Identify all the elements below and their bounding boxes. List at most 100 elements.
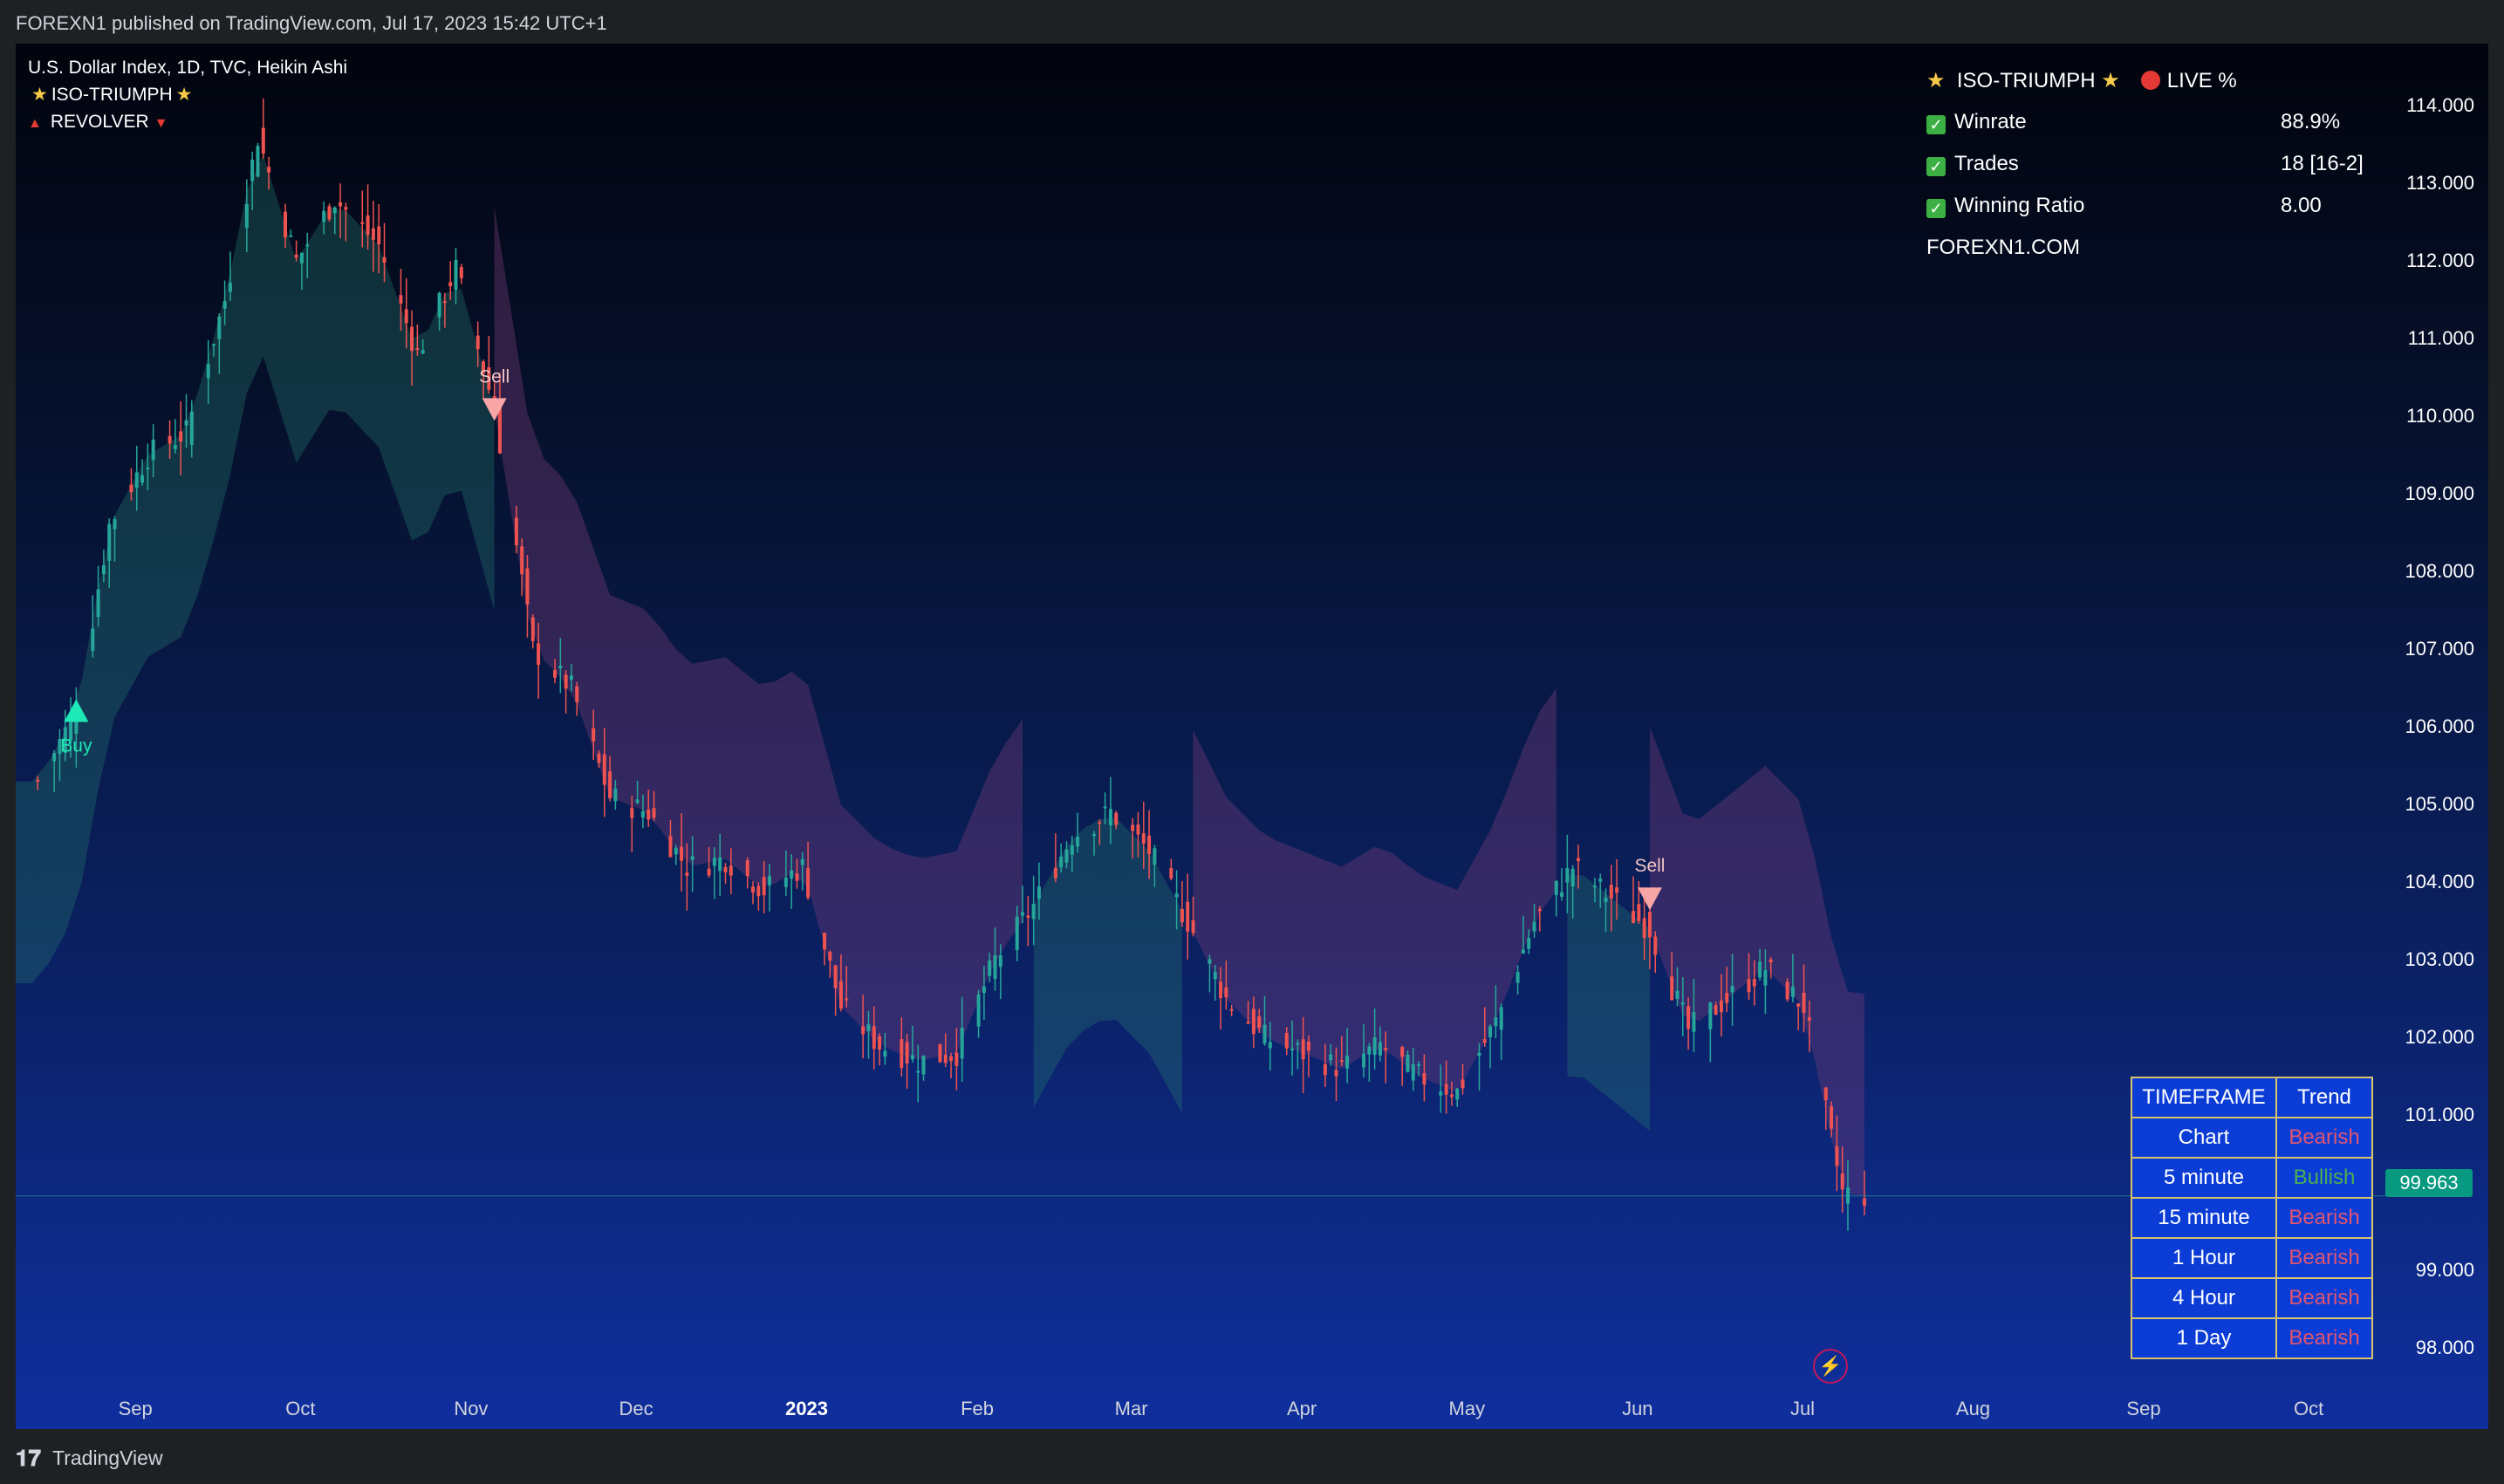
indicator-revolver[interactable]: ▲ REVOLVER ▼ xyxy=(28,108,347,137)
candle-body xyxy=(564,674,568,689)
candle-body xyxy=(113,519,117,530)
brand-name[interactable]: TradingView xyxy=(52,1446,163,1470)
symbol-info[interactable]: U.S. Dollar Index, 1D, TVC, Heikin Ashi xyxy=(28,54,347,81)
candle-body xyxy=(1136,824,1140,835)
candle-body xyxy=(1329,1054,1333,1061)
candle-body xyxy=(1565,868,1570,883)
candle-body xyxy=(36,779,40,782)
candle-body xyxy=(129,484,133,493)
tradingview-logo-icon[interactable]: 𝟏𝟕 xyxy=(16,1445,41,1473)
candle-body xyxy=(1345,1056,1350,1069)
candle-body xyxy=(1461,1079,1465,1089)
candle-body xyxy=(680,846,684,861)
candle-body xyxy=(647,810,651,820)
candle-body xyxy=(1632,911,1636,923)
price-axis[interactable]: 114.000 113.000 112.000 111.000 110.000 109.0… xyxy=(2387,44,2488,1429)
candle-body xyxy=(1835,1145,1839,1166)
candle-body xyxy=(845,998,849,1001)
price-tick-label: 99.000 xyxy=(2415,1259,2474,1282)
candle-body xyxy=(1862,1198,1866,1207)
lightning-icon[interactable]: ⚡ xyxy=(1813,1349,1848,1384)
candle-body xyxy=(1400,1047,1405,1057)
candle-body xyxy=(1301,1039,1305,1060)
live-label: LIVE % xyxy=(2166,69,2237,92)
candle-body xyxy=(415,348,420,351)
candle-body xyxy=(1515,972,1520,983)
candle-body xyxy=(833,965,838,988)
candle-body xyxy=(575,686,579,702)
price-tick-label: 106.000 xyxy=(2405,715,2474,738)
timeframe-cell: Chart xyxy=(2131,1117,2277,1159)
candle-body xyxy=(1169,868,1173,879)
candle-body xyxy=(1268,1042,1272,1049)
candle-body xyxy=(514,517,518,545)
candle-body xyxy=(1521,949,1525,954)
chart-pane[interactable]: Buy Sell Sell U.S. Dollar Index, 1D, TVC, … xyxy=(16,44,2488,1429)
candle-body xyxy=(371,228,375,240)
candle-body xyxy=(1053,867,1057,879)
candle-body xyxy=(1637,904,1641,921)
price-tick-label: 113.000 xyxy=(2406,172,2474,195)
candle-body xyxy=(592,728,596,742)
candle-body xyxy=(723,866,728,872)
star-icon: ★ xyxy=(1926,69,1946,92)
candle-body xyxy=(861,1026,865,1035)
candle-body xyxy=(998,954,1002,968)
candle-body xyxy=(454,259,458,291)
candle-body xyxy=(1092,834,1097,837)
timeframe-cell: 4 Hour xyxy=(2131,1277,2277,1319)
candle-body xyxy=(1021,912,1025,916)
candle-body xyxy=(537,643,541,666)
candle-body xyxy=(1422,1073,1426,1085)
candle-body xyxy=(1455,1089,1460,1100)
sell-signal-label: Sell xyxy=(479,366,510,386)
candle-body xyxy=(1070,845,1074,855)
stat-label: Winrate xyxy=(1954,110,2027,133)
candle-body xyxy=(690,856,694,860)
indicator-iso-triumph[interactable]: ★ ISO-TRIUMPH ★ xyxy=(28,81,347,108)
candle-body xyxy=(712,858,716,866)
candle-body xyxy=(1108,809,1112,826)
candle-body xyxy=(1036,886,1041,899)
candle-body xyxy=(1537,909,1542,912)
trend-cell: Bearish xyxy=(2275,1117,2373,1159)
trend-table: TIMEFRAME Trend Chart Bearish 5 minute B… xyxy=(2131,1077,2373,1359)
price-tick-label: 114.000 xyxy=(2406,94,2474,117)
candle-body xyxy=(783,878,788,887)
stat-label: Trades xyxy=(1954,152,2019,175)
candle-body xyxy=(1131,824,1135,831)
candle-body xyxy=(960,1027,964,1059)
price-tick-label: 112.000 xyxy=(2406,250,2474,272)
price-tick-label: 107.000 xyxy=(2405,638,2474,660)
candle-body xyxy=(1807,1017,1811,1021)
timeframe-cell: 5 minute xyxy=(2131,1157,2277,1199)
trend-table-header: TIMEFRAME Trend xyxy=(2131,1077,2373,1118)
stats-title: ISO-TRIUMPH xyxy=(1956,69,2096,92)
candle-body xyxy=(530,617,535,641)
candle-body xyxy=(1147,835,1152,855)
candle-body xyxy=(1719,1000,1723,1013)
candle-body xyxy=(1758,961,1762,978)
time-axis[interactable]: Sep Oct Nov Dec 2023 Feb Mar Apr May Jun Jul Aug Sep… xyxy=(16,1387,2488,1429)
time-tick-label: Feb xyxy=(961,1398,995,1419)
candle-body xyxy=(1444,1084,1448,1095)
candle-body xyxy=(189,411,194,445)
candle-body xyxy=(1598,879,1603,882)
sell-signal-label: Sell xyxy=(1634,856,1665,876)
candle-body xyxy=(1840,1173,1844,1190)
candle-body xyxy=(327,206,332,220)
time-tick-label: Apr xyxy=(1287,1398,1317,1419)
candle-body xyxy=(1180,908,1184,923)
candle-body xyxy=(1378,1042,1382,1056)
candle-body xyxy=(1576,858,1580,862)
candle-body xyxy=(140,475,145,483)
footer: 𝟏𝟕 TradingView xyxy=(0,1429,2504,1484)
candle-body xyxy=(597,753,601,763)
candle-body xyxy=(459,267,463,278)
candle-body xyxy=(366,215,370,236)
candle-body xyxy=(823,932,827,950)
candle-body xyxy=(1334,1070,1338,1077)
candle-body xyxy=(206,364,210,379)
candle-body xyxy=(1372,1036,1377,1055)
candle-body xyxy=(332,207,337,214)
